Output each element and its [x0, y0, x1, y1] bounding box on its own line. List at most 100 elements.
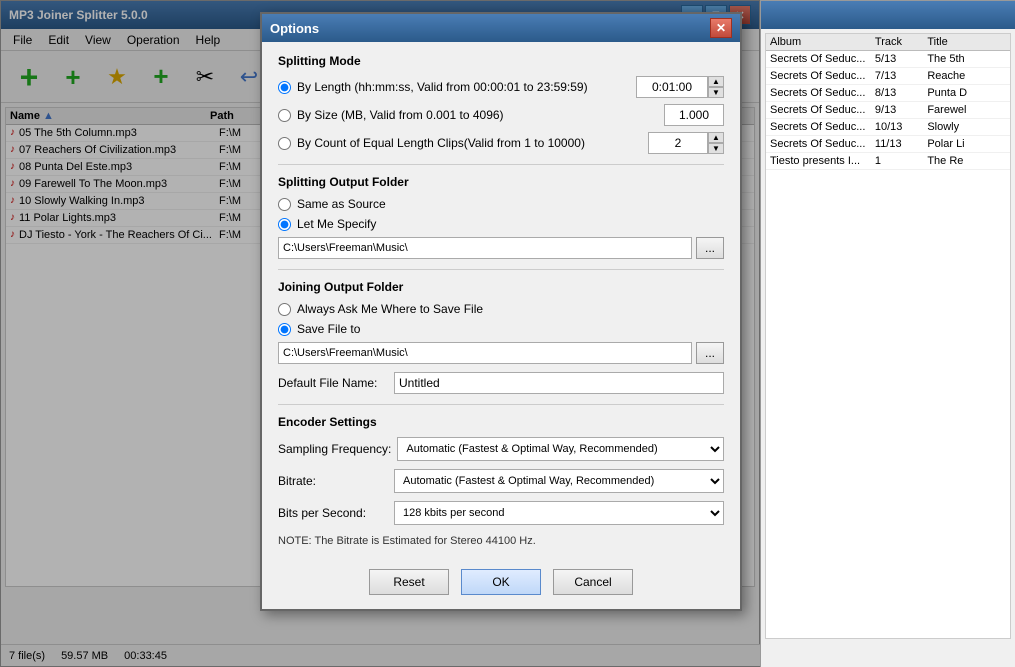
- join-browse-button[interactable]: ...: [696, 342, 724, 364]
- list-item[interactable]: Secrets Of Seduc... 8/13 Punta D: [766, 85, 1010, 102]
- join-path-input[interactable]: [278, 342, 692, 364]
- bitrate-label: Bitrate:: [278, 474, 388, 488]
- list-item[interactable]: Tiesto presents I... 1 The Re: [766, 153, 1010, 170]
- bps-select[interactable]: 128 kbits per second: [394, 501, 724, 525]
- track-album: Secrets Of Seduc...: [770, 70, 875, 82]
- divider-1: [278, 164, 724, 165]
- splitting-output-label: Splitting Output Folder: [278, 175, 724, 189]
- same-as-source-row: Same as Source: [278, 197, 724, 211]
- same-as-source-label: Same as Source: [297, 197, 724, 211]
- list-item[interactable]: Secrets Of Seduc... 11/13 Polar Li: [766, 136, 1010, 153]
- bitrate-select[interactable]: Automatic (Fastest & Optimal Way, Recomm…: [394, 469, 724, 493]
- split-path-row: ...: [278, 237, 724, 259]
- default-filename-row: Default File Name:: [278, 372, 724, 394]
- encoder-settings-label: Encoder Settings: [278, 415, 724, 429]
- let-me-specify-label: Let Me Specify: [297, 217, 724, 231]
- track-album: Tiesto presents I...: [770, 155, 875, 167]
- reset-button[interactable]: Reset: [369, 569, 449, 595]
- dialog-close-button[interactable]: ✕: [710, 18, 732, 38]
- bitrate-row: Bitrate: Automatic (Fastest & Optimal Wa…: [278, 469, 724, 493]
- divider-2: [278, 269, 724, 270]
- size-input[interactable]: [664, 104, 724, 126]
- split-browse-button[interactable]: ...: [696, 237, 724, 259]
- count-up-btn[interactable]: ▲: [708, 132, 724, 143]
- by-length-label: By Length (hh:mm:ss, Valid from 00:00:01…: [297, 80, 630, 94]
- by-count-row: By Count of Equal Length Clips(Valid fro…: [278, 132, 724, 154]
- by-count-label: By Count of Equal Length Clips(Valid fro…: [297, 136, 642, 150]
- cancel-button[interactable]: Cancel: [553, 569, 633, 595]
- note-text: NOTE: The Bitrate is Estimated for Stere…: [278, 535, 724, 547]
- bps-label: Bits per Second:: [278, 506, 388, 520]
- track-album: Secrets Of Seduc...: [770, 104, 875, 116]
- always-ask-radio[interactable]: [278, 303, 291, 316]
- bps-row: Bits per Second: 128 kbits per second: [278, 501, 724, 525]
- track-number: 1: [875, 155, 927, 167]
- ok-button[interactable]: OK: [461, 569, 541, 595]
- length-spin-btns: ▲ ▼: [708, 76, 724, 98]
- save-file-to-row: Save File to: [278, 322, 724, 336]
- by-size-radio[interactable]: [278, 109, 291, 122]
- track-number: 7/13: [875, 70, 927, 82]
- by-size-label: By Size (MB, Valid from 0.001 to 4096): [297, 108, 658, 122]
- track-title: Punta D: [927, 87, 1006, 99]
- track-title: Slowly: [927, 121, 1006, 133]
- track-title: Reache: [927, 70, 1006, 82]
- track-list-header: Album Track Title: [766, 34, 1010, 51]
- divider-3: [278, 404, 724, 405]
- dialog-title-bar: Options ✕: [262, 14, 740, 42]
- always-ask-row: Always Ask Me Where to Save File: [278, 302, 724, 316]
- length-input[interactable]: [636, 76, 708, 98]
- list-item[interactable]: Secrets Of Seduc... 5/13 The 5th: [766, 51, 1010, 68]
- default-filename-input[interactable]: [394, 372, 724, 394]
- track-title: Farewel: [927, 104, 1006, 116]
- track-number: 5/13: [875, 53, 927, 65]
- save-file-to-radio[interactable]: [278, 323, 291, 336]
- length-down-btn[interactable]: ▼: [708, 87, 724, 98]
- list-item[interactable]: Secrets Of Seduc... 7/13 Reache: [766, 68, 1010, 85]
- track-title: Polar Li: [927, 138, 1006, 150]
- dialog-title-text: Options: [270, 21, 319, 36]
- dialog-title-controls: ✕: [710, 18, 732, 38]
- right-panel: Album Track Title Secrets Of Seduc... 5/…: [760, 0, 1015, 667]
- join-path-row: ...: [278, 342, 724, 364]
- same-as-source-radio[interactable]: [278, 198, 291, 211]
- track-list: Album Track Title Secrets Of Seduc... 5/…: [765, 33, 1011, 639]
- count-down-btn[interactable]: ▼: [708, 143, 724, 154]
- list-item[interactable]: Secrets Of Seduc... 10/13 Slowly: [766, 119, 1010, 136]
- track-number: 8/13: [875, 87, 927, 99]
- by-size-row: By Size (MB, Valid from 0.001 to 4096): [278, 104, 724, 126]
- split-path-input[interactable]: [278, 237, 692, 259]
- track-album: Secrets Of Seduc...: [770, 87, 875, 99]
- dialog-body: Splitting Mode By Length (hh:mm:ss, Vali…: [262, 42, 740, 559]
- track-album: Secrets Of Seduc...: [770, 121, 875, 133]
- right-title-bar: [761, 1, 1015, 29]
- track-number: 11/13: [875, 138, 927, 150]
- track-album: Secrets Of Seduc...: [770, 138, 875, 150]
- joining-output-label: Joining Output Folder: [278, 280, 724, 294]
- options-dialog: Options ✕ Splitting Mode By Length (hh:m…: [260, 12, 742, 611]
- by-count-radio[interactable]: [278, 137, 291, 150]
- count-spin-btns: ▲ ▼: [708, 132, 724, 154]
- count-input[interactable]: [648, 132, 708, 154]
- let-me-specify-row: Let Me Specify: [278, 217, 724, 231]
- count-spinner: ▲ ▼: [648, 132, 724, 154]
- by-length-radio[interactable]: [278, 81, 291, 94]
- length-up-btn[interactable]: ▲: [708, 76, 724, 87]
- col-track: Track: [875, 36, 927, 48]
- sampling-label: Sampling Frequency:: [278, 442, 391, 456]
- sampling-row: Sampling Frequency: Automatic (Fastest &…: [278, 437, 724, 461]
- default-filename-label: Default File Name:: [278, 376, 388, 390]
- save-file-to-label: Save File to: [297, 322, 724, 336]
- let-me-specify-radio[interactable]: [278, 218, 291, 231]
- sampling-select[interactable]: Automatic (Fastest & Optimal Way, Recomm…: [397, 437, 724, 461]
- track-number: 10/13: [875, 121, 927, 133]
- track-title: The 5th: [927, 53, 1006, 65]
- always-ask-label: Always Ask Me Where to Save File: [297, 302, 724, 316]
- col-title: Title: [927, 36, 1006, 48]
- col-album: Album: [770, 36, 875, 48]
- by-length-row: By Length (hh:mm:ss, Valid from 00:00:01…: [278, 76, 724, 98]
- track-title: The Re: [927, 155, 1006, 167]
- track-number: 9/13: [875, 104, 927, 116]
- list-item[interactable]: Secrets Of Seduc... 9/13 Farewel: [766, 102, 1010, 119]
- track-album: Secrets Of Seduc...: [770, 53, 875, 65]
